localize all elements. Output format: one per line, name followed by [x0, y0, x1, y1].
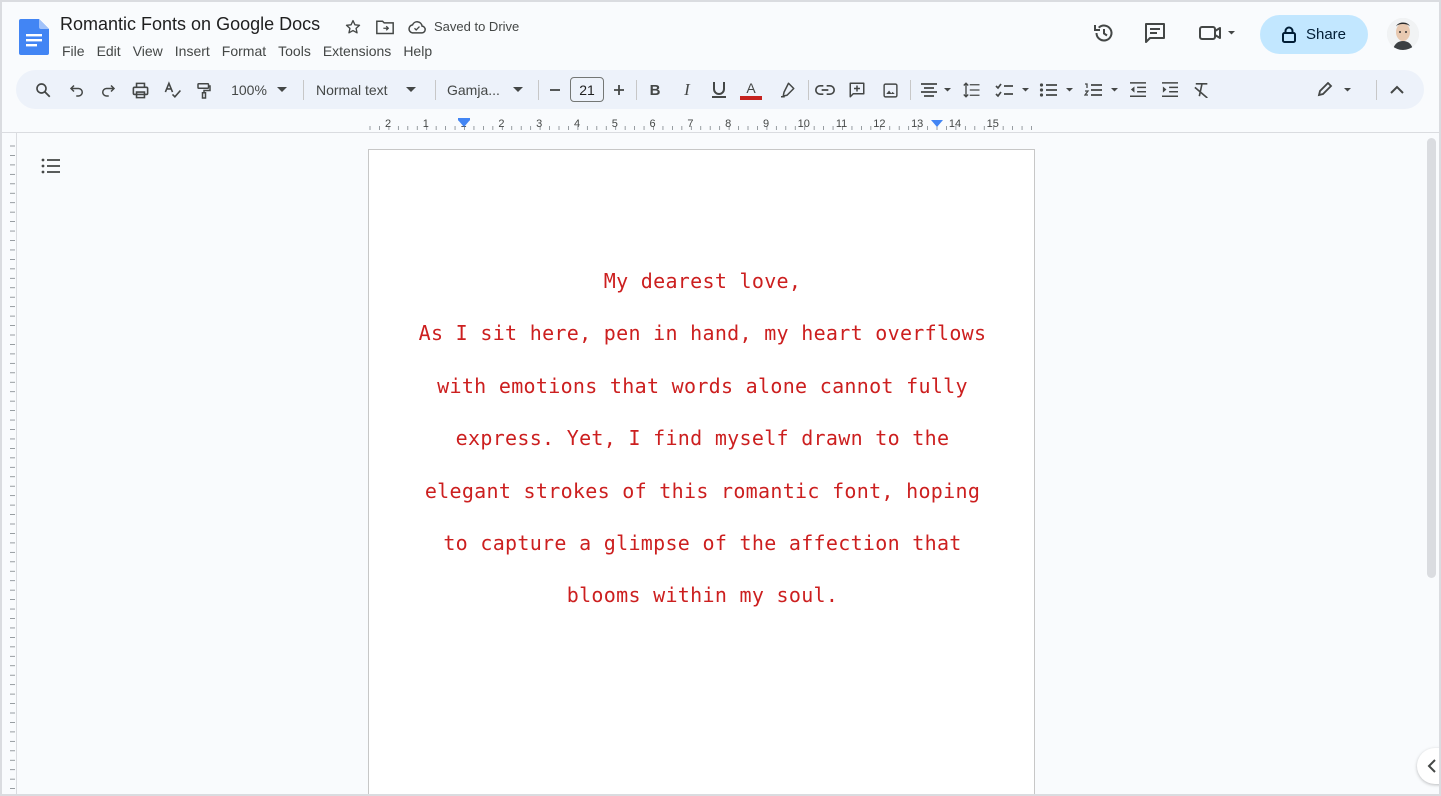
zoom-dropdown-icon[interactable]: [275, 78, 289, 102]
ruler-label: 10: [798, 118, 810, 130]
document-page[interactable]: My dearest love, As I sit here, pen in h…: [368, 149, 1036, 794]
increase-font-size-icon[interactable]: [610, 78, 628, 102]
version-history-icon[interactable]: [1091, 20, 1117, 46]
menu-help[interactable]: Help: [397, 42, 438, 60]
separator: [303, 80, 304, 100]
ruler-label: 15: [987, 118, 999, 130]
document-body[interactable]: My dearest love, As I sit here, pen in h…: [369, 255, 1036, 622]
ruler-label: 4: [574, 118, 580, 130]
font-dropdown-icon[interactable]: [511, 78, 525, 102]
spellcheck-icon[interactable]: [161, 78, 183, 102]
move-folder-icon[interactable]: [374, 16, 396, 38]
line-spacing-icon[interactable]: [961, 78, 983, 102]
add-comment-icon[interactable]: [846, 78, 868, 102]
share-label: Share: [1305, 26, 1347, 43]
ruler-border: [16, 133, 17, 794]
ruler-label: 14: [949, 118, 961, 130]
ruler-label: 12: [873, 118, 885, 130]
paragraph-line[interactable]: with emotions that words alone cannot fu…: [369, 360, 1036, 412]
menu-file[interactable]: File: [62, 42, 91, 60]
share-button[interactable]: Share: [1260, 15, 1368, 54]
ruler-label: 7: [687, 118, 693, 130]
menu-insert[interactable]: Insert: [169, 42, 216, 60]
insert-link-icon[interactable]: [814, 78, 836, 102]
vertical-scrollbar[interactable]: [1427, 138, 1436, 578]
undo-icon[interactable]: [66, 78, 88, 102]
bold-icon[interactable]: B: [644, 78, 666, 102]
docs-window: Romantic Fonts on Google Docs Saved to D…: [0, 0, 1441, 796]
font-size-input[interactable]: 21: [570, 77, 604, 102]
first-line-indent-marker: [458, 118, 470, 121]
underline-icon[interactable]: [708, 78, 730, 102]
menu-edit[interactable]: Edit: [91, 42, 127, 60]
ruler-label: 6: [650, 118, 656, 130]
numbered-list-icon[interactable]: [1083, 78, 1119, 102]
separator: [636, 80, 637, 100]
ruler-label: 2: [498, 118, 504, 130]
print-icon[interactable]: [129, 78, 151, 102]
font-select[interactable]: Gamja...: [447, 78, 507, 102]
increase-indent-icon[interactable]: [1159, 78, 1181, 102]
ruler-label: 1: [423, 118, 429, 130]
document-title[interactable]: Romantic Fonts on Google Docs: [60, 14, 320, 35]
toolbar: 100% Normal text Gamja... 21 B I A: [16, 70, 1424, 109]
decrease-indent-icon[interactable]: [1127, 78, 1149, 102]
style-select[interactable]: Normal text: [316, 78, 396, 102]
separator: [808, 80, 809, 100]
align-center-icon[interactable]: [919, 78, 953, 102]
document-outline-icon[interactable]: [40, 155, 62, 177]
saved-status: Saved to Drive: [434, 19, 520, 34]
horizontal-ruler[interactable]: 21123456789101112131415: [368, 115, 1035, 133]
text-color-icon[interactable]: A: [738, 78, 764, 102]
ruler-label: 2: [385, 118, 391, 130]
style-dropdown-icon[interactable]: [404, 78, 418, 102]
paint-format-icon[interactable]: [193, 78, 215, 102]
ruler-label: 9: [763, 118, 769, 130]
editing-mode-icon[interactable]: [1314, 78, 1354, 102]
menu-format[interactable]: Format: [216, 42, 272, 60]
paragraph-line[interactable]: elegant strokes of this romantic font, h…: [369, 465, 1036, 517]
menu-extensions[interactable]: Extensions: [317, 42, 397, 60]
italic-icon[interactable]: I: [676, 78, 698, 102]
separator: [538, 80, 539, 100]
paragraph-line[interactable]: My dearest love,: [369, 255, 1036, 307]
separator: [1376, 80, 1377, 100]
separator: [910, 80, 911, 100]
meet-video-icon[interactable]: [1195, 20, 1239, 46]
lock-icon: [1281, 26, 1296, 43]
right-indent-marker: [931, 120, 943, 127]
google-docs-logo-icon[interactable]: [19, 19, 49, 55]
ruler-label: 11: [836, 118, 847, 130]
paragraph-line[interactable]: to capture a glimpse of the affection th…: [369, 517, 1036, 569]
checklist-icon[interactable]: [994, 78, 1030, 102]
separator: [435, 80, 436, 100]
ruler-label: 5: [612, 118, 618, 130]
ruler-label: 13: [911, 118, 923, 130]
highlight-color-icon[interactable]: [776, 78, 798, 102]
avatar[interactable]: [1387, 18, 1419, 50]
menu-view[interactable]: View: [127, 42, 169, 60]
paragraph-line[interactable]: As I sit here, pen in hand, my heart ove…: [369, 307, 1036, 359]
menu-tools[interactable]: Tools: [272, 42, 317, 60]
cloud-saved-icon[interactable]: [406, 16, 428, 38]
paragraph-line[interactable]: express. Yet, I find myself drawn to the: [369, 412, 1036, 464]
side-panel-chevron-left-icon[interactable]: [1417, 748, 1439, 784]
zoom-select[interactable]: 100%: [229, 78, 269, 102]
paragraph-line[interactable]: blooms within my soul.: [369, 569, 1036, 621]
clear-formatting-icon[interactable]: [1191, 78, 1213, 102]
decrease-font-size-icon[interactable]: [546, 78, 564, 102]
insert-image-icon[interactable]: [879, 78, 901, 102]
hide-menus-chevron-up-icon[interactable]: [1386, 78, 1408, 102]
menu-bar: File Edit View Insert Format Tools Exten…: [62, 42, 438, 60]
bulleted-list-icon[interactable]: [1038, 78, 1074, 102]
ruler-label: 8: [725, 118, 731, 130]
vertical-ruler[interactable]: [4, 142, 16, 792]
comments-icon[interactable]: [1142, 20, 1168, 46]
star-icon[interactable]: [342, 16, 364, 38]
ruler-label: 3: [536, 118, 542, 130]
search-menus-icon[interactable]: [32, 78, 54, 102]
redo-icon[interactable]: [97, 78, 119, 102]
